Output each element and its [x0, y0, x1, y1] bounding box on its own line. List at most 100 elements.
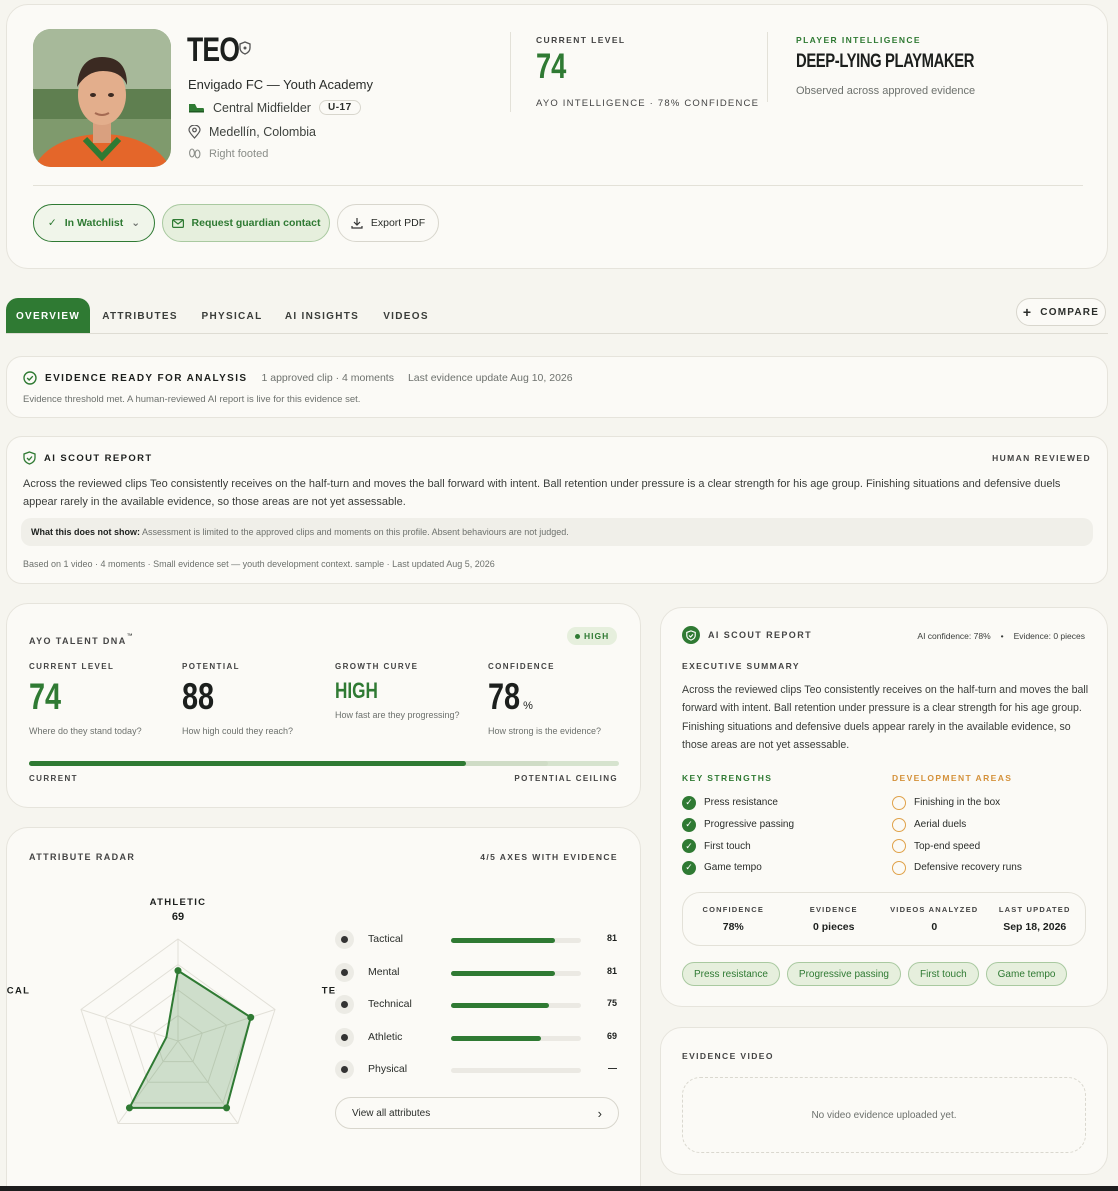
talent-dna-title: AYO TALENT DNA [29, 636, 127, 646]
intelligence-role: DEEP-LYING PLAYMAKER [796, 51, 975, 72]
compare-label: COMPARE [1040, 306, 1100, 318]
metric-caption: How high could they reach? [182, 726, 294, 736]
dot-separator: • [1000, 631, 1004, 641]
tab-videos[interactable]: VIDEOS [372, 298, 440, 334]
tab-ai-insights[interactable]: AI INSIGHTS [280, 298, 364, 334]
foot-row: Right footed [188, 148, 268, 160]
report-stat-value: 0 pieces [813, 921, 855, 933]
attribute-dot-icon [335, 962, 354, 982]
ai-scout-report-side: AI SCOUT REPORT AI confidence: 78% • Evi… [660, 607, 1108, 1007]
report-stat-label: EVIDENCE [809, 905, 858, 914]
tab-overview[interactable]: OVERVIEW [6, 298, 90, 334]
attribute-row: Athletic 69 [335, 1026, 625, 1059]
attribute-value: 81 [606, 933, 617, 943]
attribute-bar-track [451, 938, 581, 943]
check-circle-icon: ✓ [682, 795, 696, 810]
report-stat-value: Sep 18, 2026 [1003, 921, 1067, 933]
attribute-bar-track [451, 1035, 581, 1041]
compare-button[interactable]: + COMPARE [1016, 298, 1106, 326]
talent-dna-badge-label: HIGH [584, 631, 610, 641]
talent-dna-badge: HIGH [567, 627, 618, 645]
attribute-row: Physical — [335, 1058, 625, 1091]
empty-circle-icon [892, 839, 906, 854]
executive-summary-label: EXECUTIVE SUMMARY [682, 661, 800, 671]
watchlist-button[interactable]: ✓ In Watchlist ⌄ [33, 204, 155, 242]
metric-unit: % [523, 700, 533, 712]
check-circle-icon: ✓ [682, 817, 696, 832]
report-stat-value: 0 [931, 921, 938, 933]
development-areas-list: Finishing in the box Aerial duels Top-end … [892, 792, 1022, 879]
scout-report-body: Across the reviewed clips Teo consistent… [23, 478, 1061, 508]
evidence-clips: 1 approved clip · 4 moments [261, 372, 394, 384]
key-strengths-list: ✓ Press resistance ✓ Progressive passing ✓ Fi… [682, 792, 794, 879]
attribute-dot-icon [335, 1027, 354, 1047]
view-all-attributes-button[interactable]: View all attributes › [335, 1097, 619, 1129]
chevron-down-icon: ⌄ [131, 217, 141, 229]
report-stat-value: 78% [722, 921, 744, 933]
trademark: ™ [126, 633, 133, 640]
shield-check-icon [23, 451, 36, 465]
request-guardian-button[interactable]: Request guardian contact [162, 204, 330, 242]
export-pdf-button[interactable]: Export PDF [337, 204, 439, 242]
report-stat-label: CONFIDENCE [702, 905, 765, 914]
chevron-right-icon: › [597, 1105, 602, 1121]
radar-chart: ATHLETIC69TECHNICAL75TACTICAL81MENTAL81P… [7, 897, 337, 1125]
dna-metric-confidence: CONFIDENCE 78% How strong is the evidenc… [488, 662, 601, 736]
strength-item: ✓ First touch [682, 835, 794, 857]
bottom-edge [0, 1186, 1118, 1191]
attribute-bar-track [451, 970, 581, 976]
strength-item: ✓ Game tempo [682, 857, 794, 879]
attribute-value: — [608, 1063, 617, 1074]
strength-label: Press resistance [704, 797, 778, 809]
location-row: Medellín, Colombia [188, 125, 316, 139]
development-label: Defensive recovery runs [914, 862, 1022, 874]
disclaimer-label: What this does not show: [31, 527, 140, 537]
radar-evidence: 4/5 AXES WITH EVIDENCE [480, 852, 618, 862]
talent-dna-title-wrap: AYO TALENT DNA™ [29, 631, 133, 649]
video-empty-state: No video evidence uploaded yet. [682, 1077, 1086, 1153]
strength-chip[interactable]: Game tempo [985, 962, 1068, 986]
preferred-foot: Right footed [209, 148, 269, 160]
report-stat-label: LAST UPDATED [998, 905, 1071, 914]
disclaimer-text: Assessment is limited to the approved cl… [142, 527, 569, 537]
player-header-card: TEO Envigado FC — Youth Academy Central … [6, 4, 1108, 269]
attribute-row: Technical 75 [335, 993, 625, 1026]
strength-chip[interactable]: Progressive passing [786, 962, 901, 986]
human-reviewed-badge: HUMAN REVIEWED [992, 453, 1091, 463]
strength-chip[interactable]: First touch [907, 962, 979, 986]
radar-axis-label: ATHLETIC [150, 897, 207, 908]
development-label: Aerial duels [914, 819, 967, 831]
strength-item: ✓ Progressive passing [682, 814, 794, 836]
tab-physical[interactable]: PHYSICAL [192, 298, 272, 334]
metric-label: CURRENT LEVEL [29, 662, 115, 671]
guardian-label: Request guardian contact [191, 217, 321, 229]
radar-value-shape [127, 968, 252, 1109]
dna-metric-potential: POTENTIAL 88 How high could they reach? [182, 662, 293, 736]
intelligence-note: Observed across approved evidence [796, 85, 976, 97]
strength-chip[interactable]: Press resistance [682, 962, 780, 986]
attribute-name: Mental [368, 965, 400, 978]
report-stat: EVIDENCE 0 pieces [784, 893, 885, 945]
radar-point [174, 967, 182, 975]
evidence-count: Evidence: 0 pieces [1013, 631, 1085, 641]
attribute-name: Athletic [368, 1030, 403, 1043]
attribute-name: Physical [368, 1063, 408, 1076]
export-label: Export PDF [370, 217, 426, 229]
plus-icon: + [1022, 304, 1033, 320]
scout-report-title: AI SCOUT REPORT [44, 452, 153, 464]
metric-label: GROWTH CURVE [335, 662, 419, 671]
attribute-dot-icon [335, 995, 354, 1015]
attribute-bar-track [451, 1003, 581, 1009]
ai-scout-report-top: AI SCOUT REPORT HUMAN REVIEWED Across th… [6, 436, 1108, 584]
tab-attributes[interactable]: ATTRIBUTES [96, 298, 184, 334]
check-circle-icon: ✓ [682, 860, 696, 875]
radar-axis-label: PHYSICAL [7, 985, 30, 996]
strength-label: First touch [704, 840, 751, 852]
evidence-video-title: EVIDENCE VIDEO [682, 1051, 774, 1061]
metric-value: 74 [29, 676, 62, 717]
strength-label: Game tempo [704, 862, 762, 874]
metric-label: POTENTIAL [182, 662, 240, 671]
bar-right-label: POTENTIAL CEILING [514, 774, 618, 783]
strength-item: ✓ Press resistance [682, 792, 794, 814]
dna-metric-growth: GROWTH CURVE HIGH How fast are they prog… [335, 662, 460, 720]
